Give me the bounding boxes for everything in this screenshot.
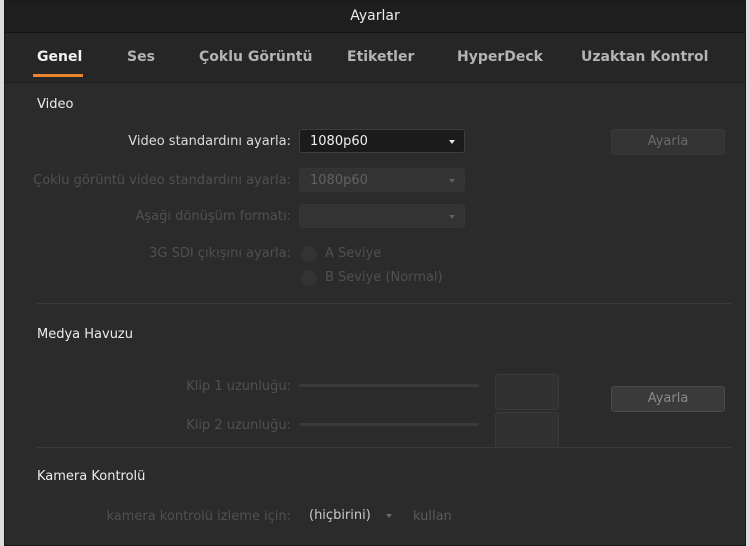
camera-control-section-title: Kamera Kontrolü bbox=[37, 469, 146, 484]
clip2-length-input[interactable] bbox=[495, 412, 559, 448]
video-standard-select[interactable]: 1080p60 bbox=[299, 129, 465, 153]
chevron-down-icon bbox=[386, 514, 392, 518]
sdi-level-a-label: A Seviye bbox=[325, 246, 382, 261]
clip2-length-label: Klip 2 uzunluğu: bbox=[186, 418, 291, 433]
camera-monitor-label: kamera kontrolü izleme için: bbox=[106, 509, 291, 524]
sdi-level-b-radio[interactable] bbox=[301, 270, 317, 286]
media-pool-section-title: Medya Havuzu bbox=[37, 327, 133, 342]
multiview-standard-label: Çoklu görüntü video standardını ayarla: bbox=[33, 173, 291, 188]
downconvert-format-select[interactable] bbox=[299, 204, 465, 228]
camera-monitor-suffix: kullan bbox=[413, 509, 452, 524]
clip1-length-label: Klip 1 uzunluğu: bbox=[186, 379, 291, 394]
camera-monitor-select[interactable]: (hiçbirini) bbox=[299, 504, 401, 528]
active-tab-indicator bbox=[33, 74, 83, 77]
sdi-level-a-radio[interactable] bbox=[301, 246, 317, 262]
clip1-length-input[interactable] bbox=[495, 374, 559, 410]
multiview-standard-value: 1080p60 bbox=[310, 173, 368, 188]
tab-audio[interactable]: Ses bbox=[127, 49, 155, 65]
chevron-down-icon bbox=[449, 140, 455, 144]
camera-monitor-value: (hiçbirini) bbox=[309, 508, 371, 523]
chevron-down-icon bbox=[449, 215, 455, 219]
tab-hyperdeck[interactable]: HyperDeck bbox=[457, 49, 543, 65]
sdi-output-label: 3G SDI çıkışını ayarla: bbox=[149, 246, 291, 261]
tab-bar: Genel Ses Çoklu Görüntü Etiketler HyperD… bbox=[5, 33, 745, 83]
clip1-length-slider[interactable] bbox=[299, 384, 479, 387]
section-divider bbox=[37, 447, 731, 448]
video-section-title: Video bbox=[37, 97, 74, 112]
clip2-length-slider[interactable] bbox=[299, 423, 479, 426]
sdi-level-b-label: B Seviye (Normal) bbox=[325, 270, 443, 285]
tab-remote-control[interactable]: Uzaktan Kontrol bbox=[581, 49, 708, 65]
tab-multiview[interactable]: Çoklu Görüntü bbox=[199, 49, 312, 65]
tab-labels[interactable]: Etiketler bbox=[347, 49, 414, 65]
section-divider bbox=[37, 303, 731, 304]
tab-general[interactable]: Genel bbox=[37, 49, 82, 65]
video-apply-button[interactable]: Ayarla bbox=[611, 129, 725, 155]
downconvert-format-label: Aşağı dönüşüm formatı: bbox=[135, 209, 292, 224]
media-pool-apply-button[interactable]: Ayarla bbox=[611, 386, 725, 412]
multiview-standard-select[interactable]: 1080p60 bbox=[299, 168, 465, 192]
video-standard-label: Video standardını ayarla: bbox=[128, 134, 291, 149]
video-standard-value: 1080p60 bbox=[310, 134, 368, 149]
chevron-down-icon bbox=[449, 179, 455, 183]
settings-window: Ayarlar Genel Ses Çoklu Görüntü Etiketle… bbox=[4, 0, 746, 546]
window-title: Ayarlar bbox=[5, 1, 745, 33]
